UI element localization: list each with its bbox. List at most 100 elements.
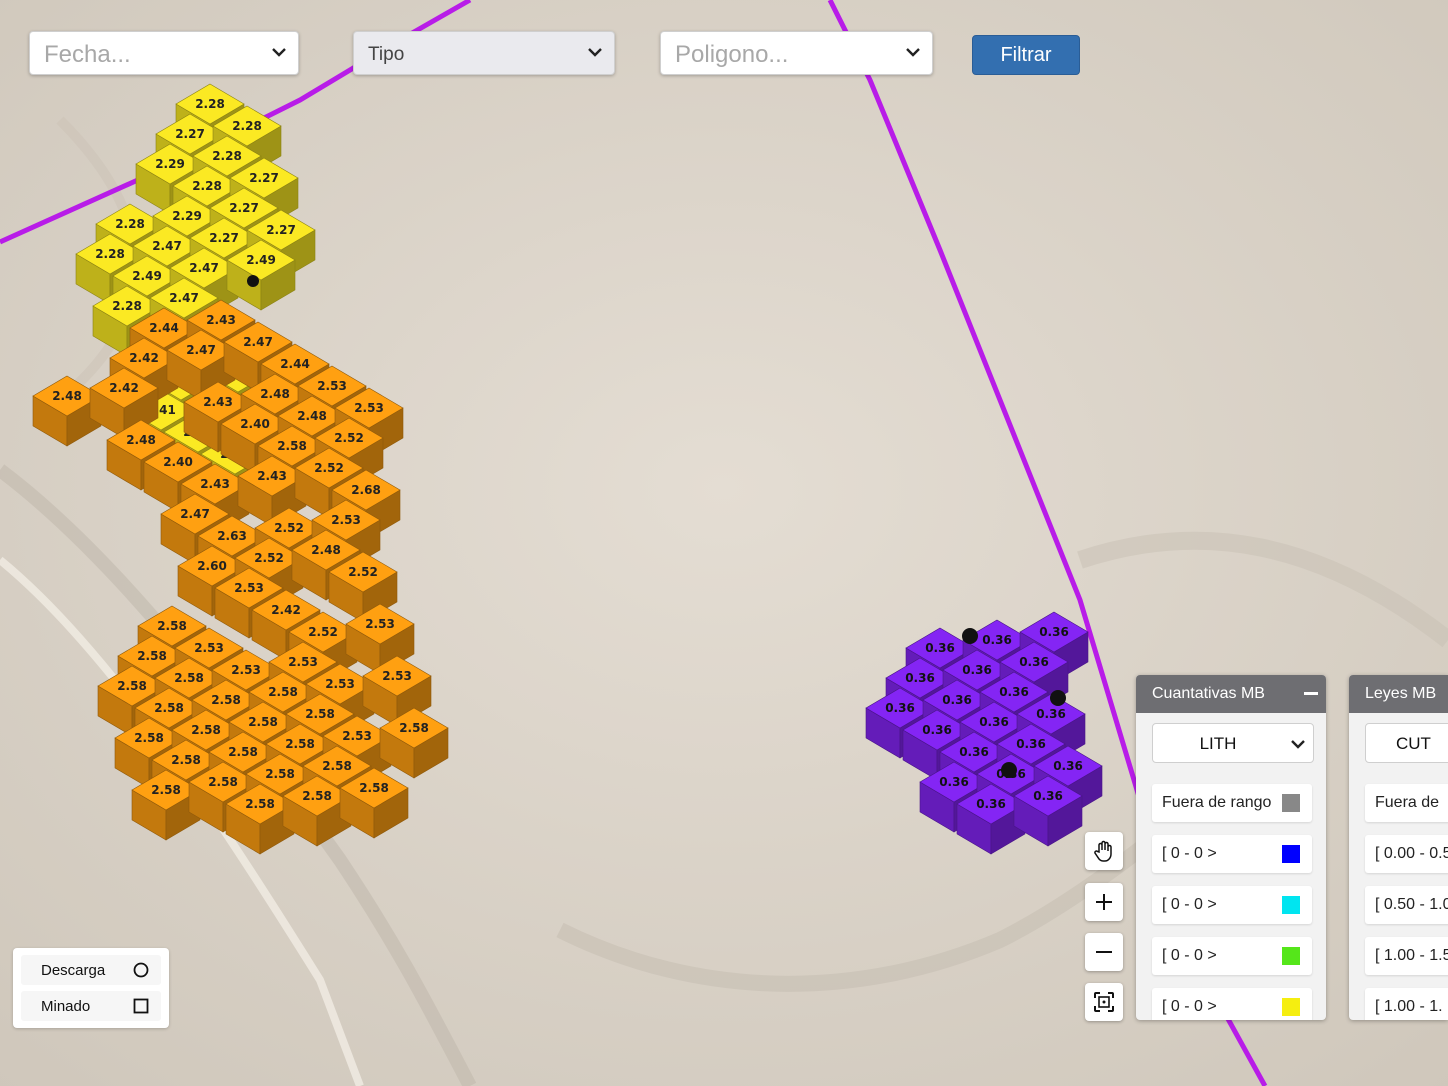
block-grade-label: 2.58 [245,797,275,811]
legend-row-label: Fuera de rango [1162,794,1272,811]
minado-label: Minado [41,998,91,1015]
block-grade-label: 2.53 [331,513,361,527]
filtrar-button[interactable]: Filtrar [972,35,1080,75]
block-grade-label: 2.58 [285,737,315,751]
block-grade-label: 0.36 [959,745,989,759]
legend-descarga[interactable]: Descarga [21,955,161,985]
block-grade-label: 2.47 [169,291,199,305]
color-swatch[interactable] [1282,998,1300,1016]
chevron-down-icon [1291,740,1305,749]
block-grade-label: 2.52 [334,431,364,445]
block-grade-label: 0.36 [939,775,969,789]
drillhole-marker[interactable] [962,628,978,644]
drillhole-marker[interactable] [1001,762,1017,778]
color-swatch[interactable] [1282,947,1300,965]
block-grade-label: 2.53 [342,729,372,743]
legend-row[interactable]: Fuera de [1365,784,1448,822]
poligono-placeholder: Poligono... [675,41,789,68]
legend-row[interactable]: [ 1.00 - 1. [1365,988,1448,1020]
block-grade-label: 2.53 [231,663,261,677]
lith-select[interactable]: LITH [1152,723,1314,763]
legend-row-label: [ 0 - 0 > [1162,947,1217,964]
block-grade-label: 2.58 [208,775,238,789]
block-grade-label: 2.29 [155,157,185,171]
block-grade-label: 2.52 [348,565,378,579]
block-grade-label: 0.36 [982,633,1012,647]
block-grade-label: 2.52 [308,625,338,639]
poligono-dropdown[interactable]: Poligono... [660,31,933,75]
pan-button[interactable] [1085,832,1123,870]
fecha-dropdown[interactable]: Fecha... [29,31,299,75]
block-grade-label: 2.42 [129,351,159,365]
color-swatch[interactable] [1282,794,1300,812]
legend-row-label: [ 0.00 - 0.5 [1375,845,1448,862]
block-grade-label: 0.36 [976,797,1006,811]
block-grade-label: 2.28 [232,119,262,133]
zoom-in-icon [1096,894,1112,910]
pan-hand-icon [1094,840,1112,862]
color-swatch[interactable] [1282,896,1300,914]
legend-row[interactable]: [ 1.00 - 1.5 [1365,937,1448,975]
block-grade-label: 0.36 [885,701,915,715]
block-grade-label: 2.47 [180,507,210,521]
tipo-dropdown[interactable]: Tipo [353,31,615,75]
drillhole-marker[interactable] [247,275,259,287]
block-grade-label: 2.40 [240,417,270,431]
block-grade-label: 0.36 [925,641,955,655]
cuantativas-panel: Cuantativas MB LITH Fuera de rango [ 0 -… [1136,675,1326,1020]
drillhole-marker[interactable] [1050,690,1066,706]
legend-row[interactable]: [ 0 - 0 > [1152,886,1312,924]
block-grade-label: 2.53 [194,641,224,655]
legend-minado[interactable]: Minado [21,991,161,1021]
legend-row[interactable]: [ 0 - 0 > [1152,937,1312,975]
block-grade-label: 2.58 [305,707,335,721]
block-grade-label: 2.58 [265,767,295,781]
zoom-in-button[interactable] [1085,883,1123,921]
block-grade-label: 0.36 [979,715,1009,729]
block-grade-label: 2.58 [154,701,184,715]
color-swatch[interactable] [1282,845,1300,863]
block-grade-label: 2.29 [172,209,202,223]
block-grade-label: 2.60 [197,559,227,573]
block-grade-label: 2.58 [228,745,258,759]
block-grade-label: 2.47 [152,239,182,253]
zoom-out-button[interactable] [1085,933,1123,971]
block-grade-label: 2.27 [229,201,259,215]
block-grade-label: 2.49 [246,253,276,267]
legend-row[interactable]: [ 0 - 0 > [1152,835,1312,873]
block-grade-label: 2.43 [206,313,236,327]
block-grade-label: 2.58 [151,783,181,797]
legend-row[interactable]: Fuera de rango [1152,784,1312,822]
fit-extent-icon [1094,992,1114,1012]
block-grade-label: 2.53 [234,581,264,595]
legend-row[interactable]: [ 0 - 0 > [1152,988,1312,1020]
block-grade-label: 2.43 [257,469,287,483]
block-grade-label: 2.58 [134,731,164,745]
block-grade-label: 2.58 [277,439,307,453]
block-grade-label: 2.47 [186,343,216,357]
fecha-placeholder: Fecha... [44,41,131,68]
block-grade-label: 2.28 [195,97,225,111]
square-icon [133,998,149,1014]
block-grade-label: 0.36 [905,671,935,685]
legend-row-label: Fuera de [1375,794,1440,811]
legend-row[interactable]: [ 0.00 - 0.5 [1365,835,1448,873]
legend-row-label: [ 0 - 0 > [1162,845,1217,862]
block-grade-label: 2.43 [200,477,230,491]
minimize-icon[interactable] [1304,692,1318,695]
block-grade-label: 2.58 [174,671,204,685]
legend-row[interactable]: [ 0.50 - 1.0 [1365,886,1448,924]
fit-extent-button[interactable] [1085,983,1123,1021]
block-grade-label: 2.53 [288,655,318,669]
block-grade-label: 2.53 [317,379,347,393]
block-grade-label: 2.58 [248,715,278,729]
block-grade-label: 0.36 [922,723,952,737]
block-grade-label: 2.52 [254,551,284,565]
block-grade-label: 2.58 [399,721,429,735]
block-grade-label: 2.48 [260,387,290,401]
block-grade-label: 0.36 [942,693,972,707]
block-grade-label: 2.48 [311,543,341,557]
block-grade-label: 0.36 [999,685,1029,699]
block-grade-label: 2.53 [382,669,412,683]
cut-select[interactable]: CUT [1365,723,1448,763]
